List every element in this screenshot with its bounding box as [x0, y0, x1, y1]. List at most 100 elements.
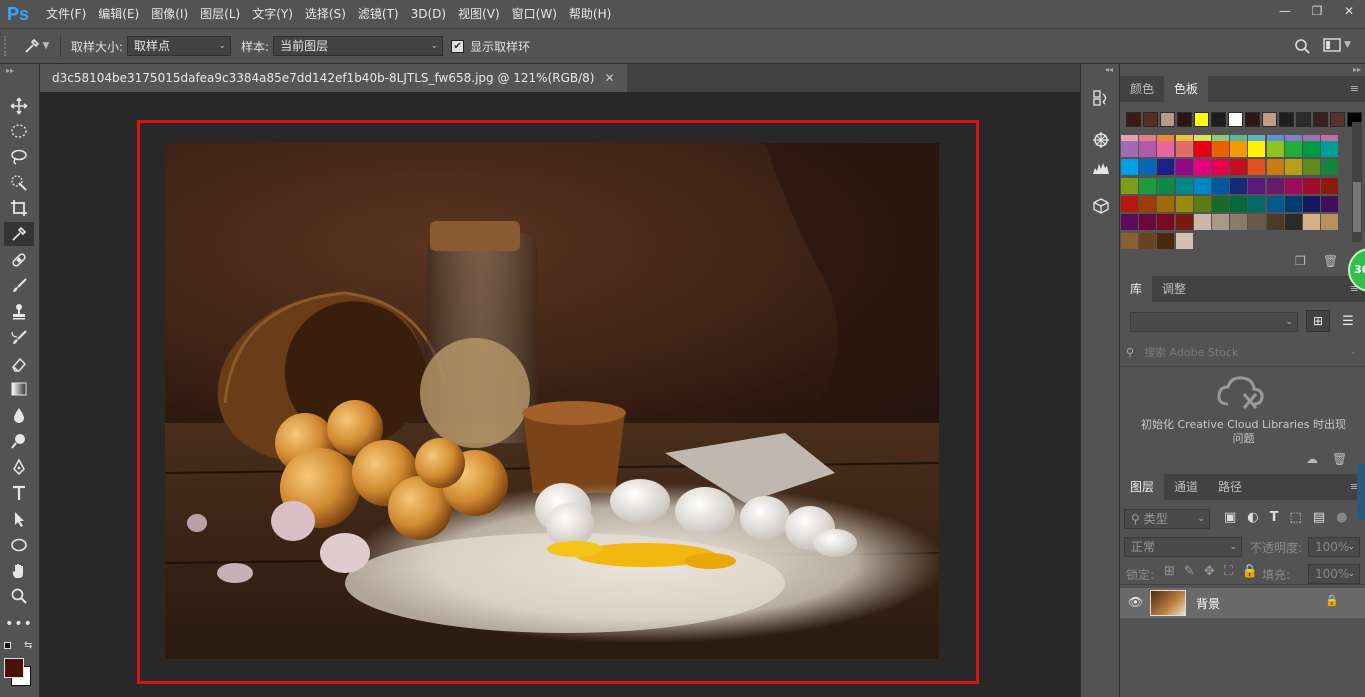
color-swatch[interactable] — [1193, 141, 1211, 157]
workspace-switcher[interactable]: ▼ — [1323, 37, 1351, 53]
swap-colors-icon[interactable]: ⇆ — [24, 640, 32, 651]
blur-tool[interactable] — [4, 403, 34, 427]
color-swatch[interactable] — [1248, 214, 1266, 231]
lock-transparent-icon[interactable]: ⊞ — [1164, 564, 1175, 579]
recent-swatch[interactable] — [1160, 112, 1175, 127]
color-swatch[interactable] — [1303, 214, 1320, 231]
color-swatch[interactable] — [1248, 159, 1266, 176]
color-swatch[interactable] — [1121, 177, 1138, 194]
recent-swatch[interactable] — [1126, 112, 1141, 127]
color-swatch[interactable] — [1284, 214, 1302, 231]
panel-menu-icon[interactable]: ≡ — [1350, 76, 1359, 102]
color-swatch[interactable] — [1121, 141, 1138, 157]
collapse-arrows-icon[interactable]: ◂◂ — [1105, 65, 1113, 74]
recent-swatch[interactable] — [1143, 112, 1158, 127]
layer-filter-dropdown[interactable]: ⚲ 类型 ⌄ — [1124, 509, 1210, 529]
new-swatch-icon[interactable]: ❐ — [1295, 254, 1306, 268]
menu-item-3[interactable]: 图层(L) — [194, 0, 246, 28]
color-swatch[interactable] — [1193, 159, 1211, 176]
blend-mode-dropdown[interactable]: 正常 ⌄ — [1124, 537, 1242, 557]
tab-library[interactable]: 库 — [1120, 276, 1153, 302]
color-swatch[interactable] — [1175, 195, 1193, 212]
pen-tool[interactable] — [4, 455, 34, 479]
swatches-scrollbar[interactable] — [1352, 122, 1362, 242]
opacity-field[interactable]: 100% ⌄ — [1308, 537, 1360, 557]
color-swatch[interactable] — [1266, 195, 1284, 212]
recent-swatch[interactable] — [1211, 112, 1226, 127]
healing-brush-tool[interactable] — [4, 248, 34, 272]
color-swatch[interactable] — [1157, 214, 1175, 231]
type-tool[interactable] — [4, 481, 34, 505]
sample-size-dropdown[interactable]: 取样点 ⌄ — [127, 36, 232, 56]
sample-dropdown[interactable]: 当前图层 ⌄ — [273, 36, 444, 56]
color-swatch[interactable] — [1266, 177, 1284, 194]
color-swatch[interactable] — [1284, 195, 1302, 212]
recent-swatch[interactable] — [1245, 112, 1260, 127]
close-button[interactable]: ✕ — [1333, 0, 1365, 22]
color-swatch[interactable] — [1303, 141, 1320, 157]
list-view-button[interactable]: ☰ — [1336, 310, 1360, 332]
color-swatch[interactable] — [1284, 141, 1302, 157]
collapse-arrows-icon[interactable]: ▸▸ — [1353, 65, 1361, 74]
color-swatch[interactable] — [1139, 141, 1157, 157]
brush-tool[interactable] — [4, 274, 34, 298]
color-swatch[interactable] — [1139, 177, 1157, 194]
color-swatch[interactable] — [1139, 159, 1157, 176]
lock-all-icon[interactable]: 🔒 — [1242, 564, 1258, 579]
lock-artboard-icon[interactable]: ⛶ — [1224, 564, 1233, 579]
color-swatch[interactable] — [1230, 195, 1248, 212]
stock-search[interactable]: ⚲ 搜索 Adobe Stock ⌄ — [1126, 342, 1361, 362]
navigator-panel-button[interactable] — [1091, 130, 1111, 150]
menu-item-7[interactable]: 3D(D) — [405, 0, 452, 28]
cloud-sync-icon[interactable]: ☁ — [1306, 452, 1318, 466]
color-swatch[interactable] — [1175, 141, 1193, 157]
close-tab-icon[interactable]: ✕ — [604, 71, 614, 85]
color-swatch[interactable] — [1139, 232, 1157, 249]
color-swatch[interactable] — [1193, 195, 1211, 212]
color-swatch[interactable] — [1266, 141, 1284, 157]
color-swatch[interactable] — [1321, 214, 1339, 231]
restore-button[interactable]: ❐ — [1301, 0, 1333, 22]
recent-swatch[interactable] — [1262, 112, 1277, 127]
recent-swatch[interactable] — [1313, 112, 1328, 127]
menu-item-4[interactable]: 文字(Y) — [246, 0, 299, 28]
color-swatch[interactable] — [1212, 195, 1229, 212]
color-swatch[interactable] — [1230, 177, 1248, 194]
color-swatch[interactable] — [1303, 177, 1320, 194]
stock-search-input[interactable]: 搜索 Adobe Stock — [1144, 344, 1238, 360]
options-grip[interactable] — [4, 36, 18, 56]
color-swatch[interactable] — [1139, 214, 1157, 231]
search-button[interactable] — [1293, 37, 1311, 58]
color-swatch[interactable] — [1175, 214, 1193, 231]
menu-item-8[interactable]: 视图(V) — [452, 0, 506, 28]
menu-item-2[interactable]: 图像(I) — [145, 0, 194, 28]
shape-layer-filter-icon[interactable]: ⬚ — [1290, 510, 1302, 525]
color-swatch[interactable] — [1321, 159, 1339, 176]
color-swatch[interactable] — [1248, 177, 1266, 194]
menu-item-6[interactable]: 滤镜(T) — [352, 0, 405, 28]
color-swatch[interactable] — [1303, 159, 1320, 176]
collapse-arrows-icon[interactable]: ▸▸ — [6, 66, 14, 75]
3d-panel-button[interactable] — [1091, 196, 1111, 216]
color-swatch[interactable] — [1266, 214, 1284, 231]
color-swatch[interactable] — [1121, 195, 1138, 212]
history-panel-button[interactable] — [1091, 88, 1111, 108]
histogram-panel-button[interactable] — [1091, 158, 1111, 178]
zoom-tool[interactable] — [4, 584, 34, 608]
quick-select-tool[interactable] — [4, 171, 34, 195]
filter-toggle-icon[interactable]: ● — [1336, 510, 1347, 525]
show-ring-checkbox[interactable]: ✔ — [451, 39, 465, 53]
clone-stamp-tool[interactable] — [4, 300, 34, 324]
menu-item-9[interactable]: 窗口(W) — [506, 0, 563, 28]
document-tab[interactable]: d3c58104be3175015dafea9c3384a85e7dd142ef… — [40, 64, 627, 92]
eye-icon[interactable]: 👁 — [1128, 595, 1143, 609]
type-layer-filter-icon[interactable]: T — [1270, 510, 1279, 525]
color-swatch[interactable] — [1175, 232, 1193, 249]
lasso-tool[interactable] — [4, 145, 34, 169]
menu-item-0[interactable]: 文件(F) — [40, 0, 92, 28]
color-swatch[interactable] — [1321, 195, 1339, 212]
color-swatch[interactable] — [1157, 177, 1175, 194]
color-swatch[interactable] — [1284, 159, 1302, 176]
lock-position-icon[interactable]: ✥ — [1204, 564, 1215, 579]
color-swatch[interactable] — [1121, 214, 1138, 231]
